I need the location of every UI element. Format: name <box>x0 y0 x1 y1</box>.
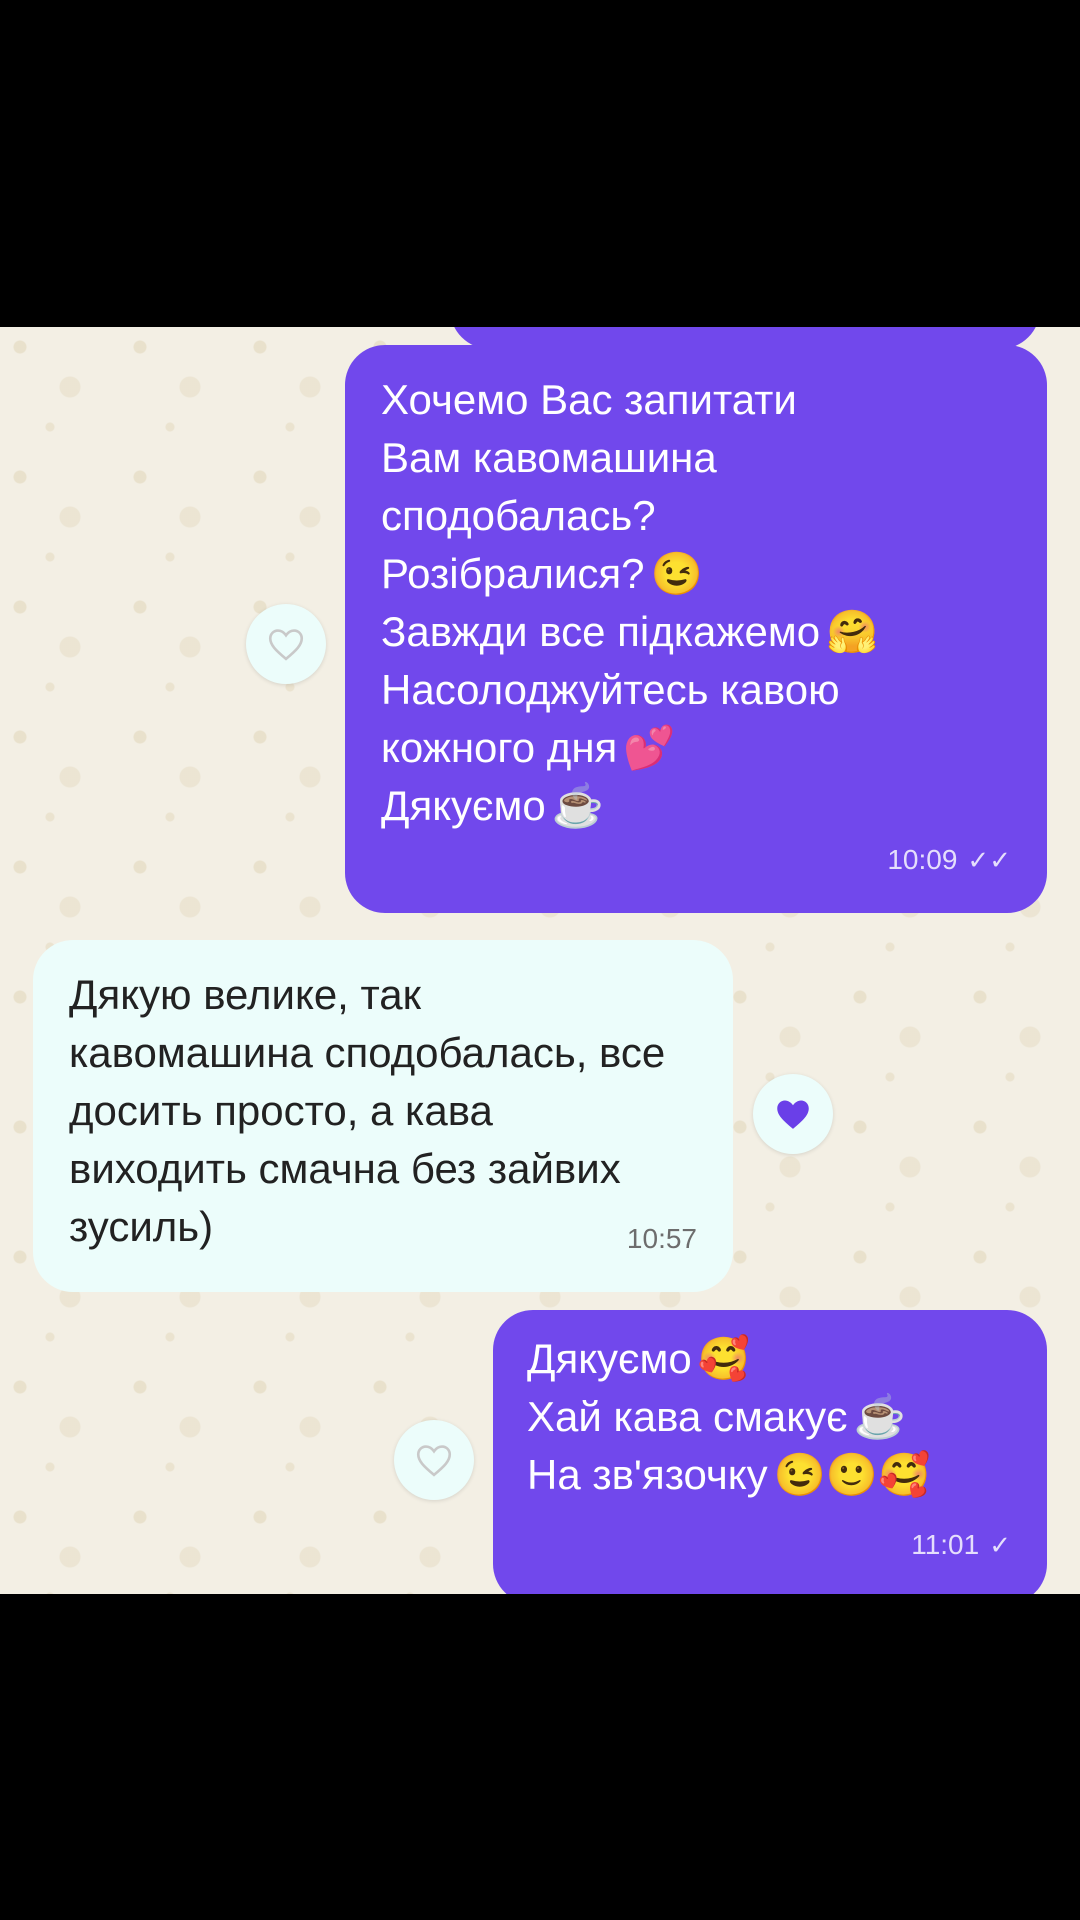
check-icon: ✓ <box>989 1530 1011 1560</box>
heart-outline-icon <box>416 1445 452 1477</box>
message-line: Хай кава смакує ☕ <box>527 1388 1013 1446</box>
message-time: 10:57 <box>626 1223 697 1254</box>
message-line: Завжди все підкажемо 🤗 <box>381 603 1011 661</box>
hug-emoji: 🤗 <box>826 608 879 655</box>
like-button[interactable] <box>246 604 326 684</box>
message-line: зусиль) <box>69 1203 214 1250</box>
heart-filled-icon <box>777 1100 809 1129</box>
two-hearts-emoji: 💕 <box>623 724 676 771</box>
double-check-icon: ✓✓ <box>967 845 1011 875</box>
like-button[interactable] <box>394 1420 474 1500</box>
message-line: кавомашина сподобалась, все <box>69 1029 666 1076</box>
heart-outline-icon <box>268 629 304 661</box>
top-black-bar <box>0 0 1080 327</box>
emoji-group: 😉🙂🥰 <box>773 1451 931 1498</box>
message-meta: 10:57 <box>627 1210 697 1268</box>
message-line: Дякуємо 🥰 <box>527 1330 1013 1388</box>
wink-emoji: 😉 <box>650 550 703 597</box>
message-line: Насолоджуйтесь кавою <box>381 666 840 713</box>
message-meta: 10:09 ✓✓ <box>887 831 1011 889</box>
message-line: Дякую велике, так <box>69 971 422 1018</box>
smiling-hearts-emoji: 🥰 <box>697 1335 750 1382</box>
message-line: Вам кавомашина <box>381 434 717 481</box>
message-line: кожного дня 💕 <box>381 719 1011 777</box>
coffee-emoji: ☕ <box>551 782 604 829</box>
message-time: 10:09 <box>887 844 958 875</box>
chat-area[interactable]: Хочемо Вас запитати Вам кавомашина сподо… <box>0 327 1080 1594</box>
coffee-emoji: ☕ <box>853 1393 906 1440</box>
message-line: сподобалась? <box>381 492 656 539</box>
message-line: Хочемо Вас запитати <box>381 376 797 423</box>
message-line: досить просто, а кава <box>69 1087 493 1134</box>
message-time: 11:01 <box>911 1529 980 1560</box>
message-bubble-outgoing[interactable]: Хочемо Вас запитати Вам кавомашина сподо… <box>345 345 1047 913</box>
message-line: На зв'язочку 😉🙂🥰 <box>527 1446 1013 1504</box>
like-button-liked[interactable] <box>753 1074 833 1154</box>
message-line: Дякуємо ☕ <box>381 777 1011 835</box>
message-line: Розібралися? 😉 <box>381 545 1011 603</box>
bottom-black-bar <box>0 1594 1080 1920</box>
message-meta: 11:01 ✓ <box>911 1516 1011 1574</box>
message-line: виходить смачна без зайвих <box>69 1145 621 1192</box>
message-bubble-incoming[interactable]: Дякую велике, так кавомашина сподобалась… <box>33 940 733 1292</box>
message-bubble-outgoing[interactable]: Дякуємо 🥰 Хай кава смакує ☕ На зв'язочку 😉🙂… <box>493 1310 1047 1594</box>
